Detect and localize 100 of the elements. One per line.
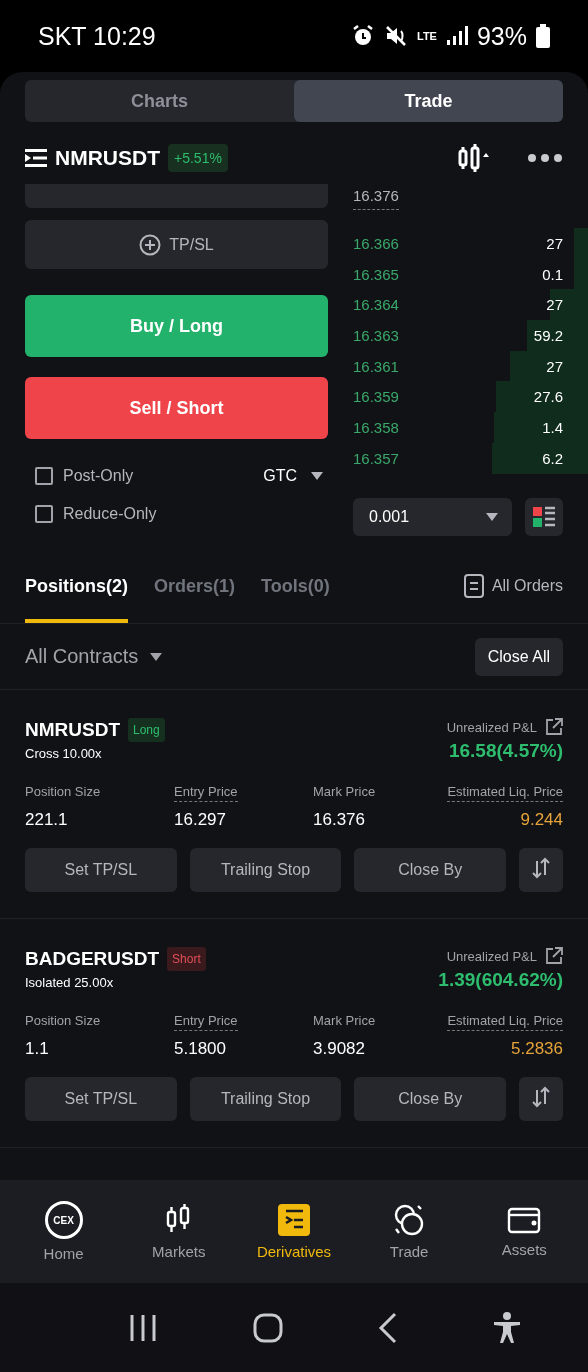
nav-item[interactable]: CEX Home <box>13 1201 114 1262</box>
price-change: +5.51% <box>168 144 228 172</box>
positions-tab[interactable]: Orders(1) <box>154 549 236 623</box>
checkbox[interactable] <box>35 505 53 523</box>
candlestick-chart-icon <box>457 142 489 174</box>
depth-bar <box>573 228 588 259</box>
bid-size: 27 <box>546 357 563 375</box>
bid-size: 59.2 <box>533 326 563 344</box>
stat-label: Entry Price <box>174 1013 238 1031</box>
pnl-label: Unrealized P&L <box>446 719 537 735</box>
precision-dropdown[interactable]: 0.001 <box>353 497 512 536</box>
stat-value: 16.297 <box>174 810 226 830</box>
stat-value: 9.244 <box>520 810 563 830</box>
battery-icon <box>536 24 550 48</box>
position-symbol: BADGERUSDT <box>25 948 160 970</box>
home-icon <box>252 1312 283 1343</box>
caret-icon <box>486 512 498 521</box>
book-layout-button[interactable] <box>525 497 563 536</box>
checkbox[interactable] <box>35 467 53 485</box>
bid-price: 16.363 <box>353 326 399 344</box>
network-type: LTE <box>417 30 437 42</box>
status-time: SKT 10:29 <box>38 21 156 51</box>
battery-level: 93% <box>476 21 527 51</box>
bid-size: 27.6 <box>533 388 563 406</box>
bid-size: 0.1 <box>542 265 563 283</box>
stat-value: 5.1800 <box>174 1039 226 1059</box>
wallet-icon <box>507 1205 542 1235</box>
bid-price: 16.357 <box>353 449 399 467</box>
nav-item[interactable]: Trade <box>359 1203 460 1260</box>
stat-label: Estimated Liq. Price <box>447 1013 563 1031</box>
nav-item[interactable]: Derivatives <box>243 1203 344 1260</box>
accessibility-icon <box>492 1311 521 1344</box>
bid-price: 16.359 <box>353 388 399 406</box>
position-action-button[interactable]: Trailing Stop <box>189 848 342 892</box>
position-symbol: NMRUSDT <box>25 719 120 741</box>
cex-logo-icon: CEX <box>44 1201 83 1239</box>
margin-mode: Isolated 25.00x <box>25 975 115 990</box>
stat-value: 3.9082 <box>313 1039 365 1059</box>
stat-value: 16.376 <box>313 810 365 830</box>
bid-size: 27 <box>546 296 563 314</box>
nav-item[interactable]: Assets <box>474 1205 575 1258</box>
menu-icon <box>25 149 47 167</box>
stat-value: 1.1 <box>25 1039 49 1059</box>
accessibility-button[interactable] <box>492 1311 521 1344</box>
bid-price: 16.361 <box>353 357 399 375</box>
symbol-name[interactable]: NMRUSDT <box>55 146 160 170</box>
position-action-button[interactable]: Set TP/SL <box>25 848 177 892</box>
reverse-button[interactable] <box>519 1077 563 1121</box>
position-action-button[interactable]: Close By <box>354 848 506 892</box>
nav-item[interactable]: Markets <box>128 1203 229 1260</box>
positions-tab[interactable]: Positions(2) <box>25 549 128 623</box>
reverse-button[interactable] <box>519 848 563 892</box>
stat-label: Position Size <box>25 784 101 801</box>
stat-value: 221.1 <box>25 810 68 830</box>
share-icon <box>545 947 563 965</box>
stat-value: 5.2836 <box>511 1039 563 1059</box>
bid-price: 16.358 <box>353 418 399 436</box>
close-all-button[interactable]: Close All <box>474 637 563 676</box>
bid-price: 16.366 <box>353 234 399 252</box>
position-action-button[interactable]: Trailing Stop <box>189 1077 342 1121</box>
caret-icon <box>311 472 323 480</box>
sell-short-button[interactable]: Sell / Short <box>25 377 328 439</box>
pnl-label: Unrealized P&L <box>446 948 537 964</box>
bid-price: 16.365 <box>353 265 399 283</box>
position-action-button[interactable]: Set TP/SL <box>25 1077 177 1121</box>
signal-icon <box>445 26 468 46</box>
bid-price: 16.364 <box>353 296 399 314</box>
more-icon <box>527 153 563 163</box>
bid-size: 6.2 <box>542 449 563 467</box>
pnl-value: 16.58(4.57%) <box>448 740 563 762</box>
time-in-force-dropdown[interactable]: GTC <box>263 467 328 485</box>
position-action-button[interactable]: Close By <box>354 1077 506 1121</box>
stat-label: Mark Price <box>313 1013 376 1030</box>
back-button[interactable] <box>377 1311 398 1344</box>
back-icon <box>377 1311 398 1344</box>
bid-size: 1.4 <box>542 418 563 436</box>
alarm-icon <box>351 24 375 48</box>
pnl-value: 1.39(604.62%) <box>438 969 563 991</box>
mute-icon <box>384 24 408 48</box>
terminal-icon <box>276 1203 311 1237</box>
order-book-icon <box>532 504 556 529</box>
stat-label: Position Size <box>25 1013 101 1030</box>
contracts-filter[interactable]: All Contracts <box>25 645 163 668</box>
positions-tab[interactable]: Tools(0) <box>261 549 330 623</box>
home-button[interactable] <box>252 1312 283 1343</box>
side-tag: Short <box>167 947 206 971</box>
option-label: Reduce-Only <box>63 505 157 523</box>
share-icon <box>545 718 563 736</box>
view-tab[interactable]: Trade <box>294 80 563 122</box>
swap-arrows-icon <box>530 1086 552 1108</box>
mark-price: 16.376 <box>353 184 399 210</box>
document-icon <box>463 574 484 598</box>
bid-size: 27 <box>546 234 563 252</box>
view-tab[interactable]: Charts <box>25 80 294 122</box>
plus-circle-icon <box>139 233 162 256</box>
stat-label: Estimated Liq. Price <box>447 784 563 802</box>
caret-icon <box>150 652 163 661</box>
all-orders-button[interactable]: All Orders <box>463 574 563 598</box>
margin-mode: Cross 10.00x <box>25 746 103 761</box>
tpsl-button[interactable]: TP/SL <box>25 220 328 269</box>
